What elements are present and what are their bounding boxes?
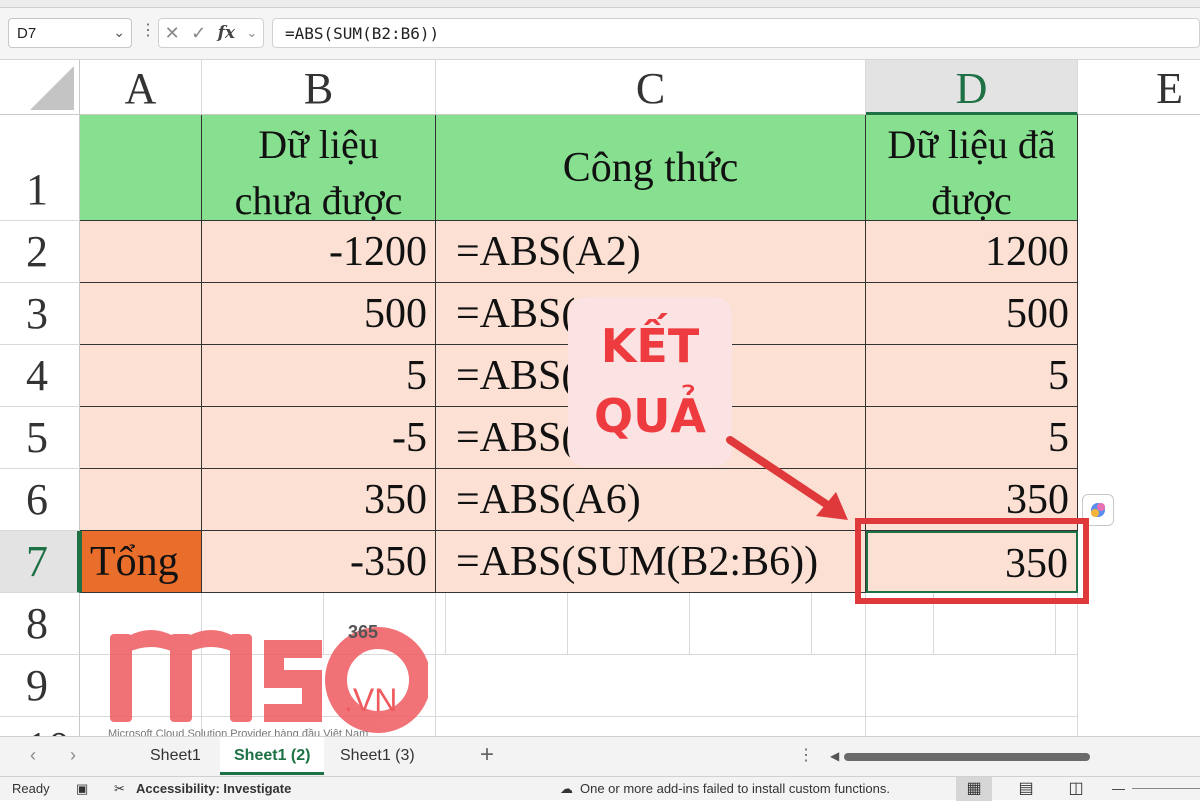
- cell-a6[interactable]: [80, 469, 202, 531]
- column-divider-c: [435, 593, 436, 736]
- normal-view-icon[interactable]: ▦: [956, 777, 992, 801]
- ribbon-edge: [0, 0, 1200, 8]
- formula-bar: D7 ⌄ ⋮ ✕ ✓ fx ⌄ =ABS(SUM(B2:B6)): [0, 0, 1200, 60]
- column-divider-d: [865, 593, 866, 736]
- horizontal-scrollbar[interactable]: ◀: [830, 749, 1200, 763]
- column-header-c[interactable]: C: [436, 60, 866, 115]
- cell-b5[interactable]: -5: [202, 407, 436, 469]
- tab-bar-more-icon[interactable]: ⋮: [798, 745, 814, 765]
- page-layout-view-icon[interactable]: ▤: [1008, 777, 1044, 801]
- cell-a3[interactable]: [80, 283, 202, 345]
- row-header-8[interactable]: 8: [0, 593, 80, 655]
- callout-line-1: KẾT: [600, 319, 700, 373]
- row-header-4[interactable]: 4: [0, 345, 80, 407]
- name-box[interactable]: D7 ⌄: [8, 18, 132, 48]
- formula-input[interactable]: =ABS(SUM(B2:B6)): [272, 18, 1200, 48]
- cell-b7[interactable]: -350: [202, 531, 436, 593]
- cell-d5[interactable]: 5: [866, 407, 1078, 469]
- cell-a7[interactable]: Tổng: [80, 531, 202, 593]
- sheet-tab-sheet1[interactable]: Sheet1: [136, 737, 215, 775]
- select-all-corner[interactable]: [0, 60, 80, 115]
- sheet-tab-sheet1-2[interactable]: Sheet1 (2): [220, 737, 325, 775]
- row-header-6[interactable]: 6: [0, 469, 80, 531]
- mso-watermark: 365 .VN Microsoft Cloud Solution Provide…: [108, 620, 431, 740]
- cell-a1[interactable]: [80, 115, 202, 221]
- more-options-icon[interactable]: ⋮: [140, 20, 156, 40]
- chevron-down-icon[interactable]: ⌄: [113, 24, 125, 41]
- scroll-left-icon[interactable]: ◀: [830, 749, 839, 763]
- column-divider-e: [1077, 593, 1078, 736]
- watermark-suffix: .VN: [344, 682, 398, 718]
- cell-b4[interactable]: 5: [202, 345, 436, 407]
- macro-record-icon[interactable]: ▣: [76, 781, 88, 797]
- name-box-value: D7: [17, 25, 37, 42]
- column-header-b[interactable]: B: [202, 60, 436, 115]
- cell-a2[interactable]: [80, 221, 202, 283]
- check-icon[interactable]: ✓: [191, 23, 206, 44]
- cell-a4[interactable]: [80, 345, 202, 407]
- row-header-1[interactable]: 1: [0, 115, 80, 221]
- result-callout: KẾT QUẢ: [568, 297, 732, 467]
- sheet-tab-sheet1-3[interactable]: Sheet1 (3): [326, 737, 429, 775]
- tab-scroll-left-icon[interactable]: ‹: [30, 745, 36, 766]
- result-highlight-box: [855, 518, 1089, 604]
- zoom-out-icon[interactable]: —: [1112, 781, 1125, 796]
- sheet-tab-bar: ‹ › Sheet1 Sheet1 (2) Sheet1 (3) + ⋮ ◀: [0, 736, 1200, 776]
- row-header-5[interactable]: 5: [0, 407, 80, 469]
- cell-b6[interactable]: 350: [202, 469, 436, 531]
- cell-c1[interactable]: Công thức: [436, 115, 866, 221]
- arrow-icon: [726, 436, 848, 520]
- row-header-10[interactable]: 10: [0, 717, 80, 736]
- cell-d3[interactable]: 500: [866, 283, 1078, 345]
- add-sheet-icon[interactable]: +: [480, 741, 494, 769]
- addin-warning-icon: ☁: [560, 781, 573, 796]
- formula-actions: ✕ ✓ fx ⌄: [158, 18, 264, 48]
- page-break-view-icon[interactable]: ◫: [1058, 777, 1094, 801]
- addin-warning-message[interactable]: One or more add-ins failed to install cu…: [580, 781, 890, 796]
- row-header-9[interactable]: 9: [0, 655, 80, 717]
- cell-d2[interactable]: 1200: [866, 221, 1078, 283]
- column-header-a[interactable]: A: [80, 60, 202, 115]
- mso-logo: [110, 627, 431, 733]
- cell-d4[interactable]: 5: [866, 345, 1078, 407]
- status-bar: Ready ▣ ✂ Accessibility: Investigate ☁ O…: [0, 776, 1200, 801]
- insert-function-icon[interactable]: fx: [218, 23, 235, 43]
- row-header-7[interactable]: 7: [0, 531, 80, 593]
- row-header-3[interactable]: 3: [0, 283, 80, 345]
- cell-b2[interactable]: -1200: [202, 221, 436, 283]
- cell-c7[interactable]: =ABS(SUM(B2:B6)): [436, 531, 866, 593]
- cell-c2[interactable]: =ABS(A2): [436, 221, 866, 283]
- scrollbar-thumb[interactable]: [844, 753, 1090, 761]
- column-header-e[interactable]: E: [1078, 60, 1200, 115]
- column-header-d[interactable]: D: [866, 60, 1078, 115]
- cell-b1[interactable]: Dữ liệu chưa được: [202, 115, 436, 221]
- row-header-2[interactable]: 2: [0, 221, 80, 283]
- cell-a5[interactable]: [80, 407, 202, 469]
- callout-line-2: QUẢ: [593, 389, 707, 443]
- accessibility-status[interactable]: Accessibility: Investigate: [136, 781, 291, 796]
- corner-triangle-icon: [30, 66, 74, 110]
- cancel-icon[interactable]: ✕: [165, 23, 180, 44]
- cell-b3[interactable]: 500: [202, 283, 436, 345]
- tab-scroll-right-icon[interactable]: ›: [70, 745, 76, 766]
- zoom-slider[interactable]: [1132, 788, 1200, 789]
- accessibility-icon[interactable]: ✂: [114, 781, 125, 797]
- status-ready: Ready: [12, 781, 50, 796]
- cell-e-column[interactable]: [1078, 115, 1200, 736]
- watermark-number: 365: [348, 622, 379, 642]
- chevron-down-icon[interactable]: ⌄: [246, 25, 257, 41]
- cell-d1[interactable]: Dữ liệu đã được: [866, 115, 1078, 221]
